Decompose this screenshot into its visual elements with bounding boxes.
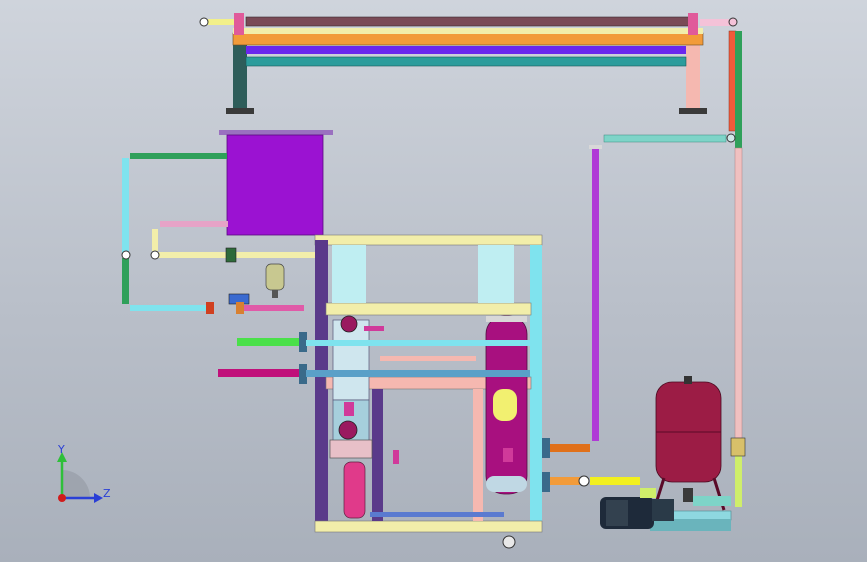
skid-mid-beam-1: [325, 302, 532, 316]
top-inlet-yellow: [208, 19, 234, 25]
left-vessel: [329, 315, 373, 519]
return-pipe-fitting: [730, 437, 746, 457]
bottom-pipe-valve-red: [206, 302, 214, 314]
top-frame-beam-light: [233, 28, 703, 34]
return-pipe-union: [578, 475, 590, 487]
return-pipe-yellowgreen-bottom: [735, 455, 742, 507]
orange-return-pipe: [550, 477, 580, 485]
pink-drain-vessel: [343, 461, 366, 519]
cyan-through-pipe: [306, 340, 530, 346]
return-pipe-green-segment: [735, 31, 742, 149]
top-rack-right-leg: [686, 40, 700, 113]
magenta-stub-pipe: [364, 326, 384, 331]
triad-quadrant: [62, 470, 90, 498]
magenta-stub-valve: [393, 450, 399, 464]
cyan-bottom-pipe: [130, 305, 210, 311]
cyan-vertical-pipe: [122, 158, 129, 254]
yellow-horizontal-pipe: [157, 252, 317, 258]
skid-caster: [502, 535, 516, 549]
top-rack-foot-right: [679, 108, 707, 114]
pump-motor-fins: [606, 500, 628, 526]
green-inlet-pipe: [237, 338, 300, 346]
return-pipe-elbow: [726, 133, 736, 143]
cad-assembly-view: Y Z: [57, 13, 746, 549]
left-loop-elbow: [121, 250, 131, 260]
top-header-pipe: [245, 16, 691, 27]
magenta-tank-body: [226, 134, 324, 236]
pump-outlet-valve: [683, 488, 693, 502]
right-vessel-base: [486, 476, 527, 492]
skid-inner-post-pink: [473, 389, 483, 521]
pump-volute: [652, 499, 674, 521]
left-vessel-gauge: [340, 315, 358, 333]
pump-connection-pipes: [542, 438, 640, 492]
pink-short-pipe: [380, 356, 476, 361]
bottom-blue-pipe: [370, 512, 504, 517]
green-top-pipe: [130, 153, 227, 159]
top-outlet-cap: [728, 17, 738, 27]
pump-outlet-teal: [693, 496, 731, 506]
skid-inner-post-cyan: [332, 245, 366, 303]
right-return-pipe: [726, 30, 746, 507]
magenta-tank-lid: [219, 130, 333, 135]
purple-riser-pipe: [592, 147, 599, 441]
bottom-pipe-valve-orange: [236, 302, 244, 314]
orange-outlet-pipe: [550, 444, 590, 452]
top-inlet-cap: [199, 17, 209, 27]
skid-top-beam: [314, 234, 543, 246]
yellow-pump-pipe: [590, 477, 640, 485]
yellow-pipe-valve: [225, 247, 237, 263]
left-vessel-valve: [344, 402, 354, 416]
skid-inner-post-purple: [372, 389, 383, 521]
teal-collector-pipe: [245, 56, 687, 67]
top-rack: [199, 13, 738, 114]
top-left-flange: [234, 13, 244, 35]
top-frame-beam: [232, 32, 704, 46]
right-vessel-outlet-valve: [503, 448, 513, 462]
small-expansion-vessel: [265, 263, 285, 291]
pump-assembly: [600, 488, 732, 531]
yellow-pipe-elbow: [150, 250, 160, 260]
triad-origin: [58, 494, 66, 502]
skid-inner-post-cyan-2: [478, 245, 514, 303]
green-inlet-flange: [299, 332, 307, 352]
skid-outlet-flange-upper: [542, 438, 550, 458]
left-vessel-gauge-2: [338, 420, 358, 440]
skid-outlet-flange-lower: [542, 472, 550, 492]
skid-right-post: [530, 245, 542, 530]
top-outlet-pink: [700, 19, 732, 26]
magenta-inlet-pipe: [218, 369, 300, 377]
top-rack-foot-left: [226, 108, 254, 114]
return-pipe-orange-top: [728, 30, 737, 132]
blue-collector-bar: [246, 46, 686, 54]
pump-discharge: [640, 488, 656, 498]
return-pipe-salmon-segment: [734, 147, 743, 439]
teal-crossover-pipe: [603, 134, 727, 143]
small-vessel-stem: [272, 290, 278, 298]
magenta-inlet-flange: [299, 364, 307, 384]
skid-bottom-beam: [314, 520, 543, 533]
top-right-flange: [688, 13, 698, 35]
green-vertical-pipe: [122, 258, 129, 304]
purple-riser-cap: [589, 145, 602, 149]
yellow-vertical-pipe: [152, 229, 158, 251]
pink-upper-pipe: [160, 221, 228, 227]
magenta-tank: [219, 130, 333, 236]
triad-y-label: Y: [57, 443, 65, 456]
blue-through-pipe: [306, 370, 530, 377]
right-vessel-yellow-section: [493, 389, 517, 421]
axis-triad: Y Z: [57, 443, 111, 503]
top-rack-left-leg: [233, 40, 247, 113]
triad-z-label: Z: [103, 487, 111, 500]
triad-z-arrowhead: [94, 493, 103, 503]
left-vessel-flange: [329, 439, 373, 459]
expansion-tank-top-nozzle: [684, 376, 692, 384]
right-vessel-band: [486, 316, 527, 322]
pink-bottom-pipe: [242, 305, 304, 311]
